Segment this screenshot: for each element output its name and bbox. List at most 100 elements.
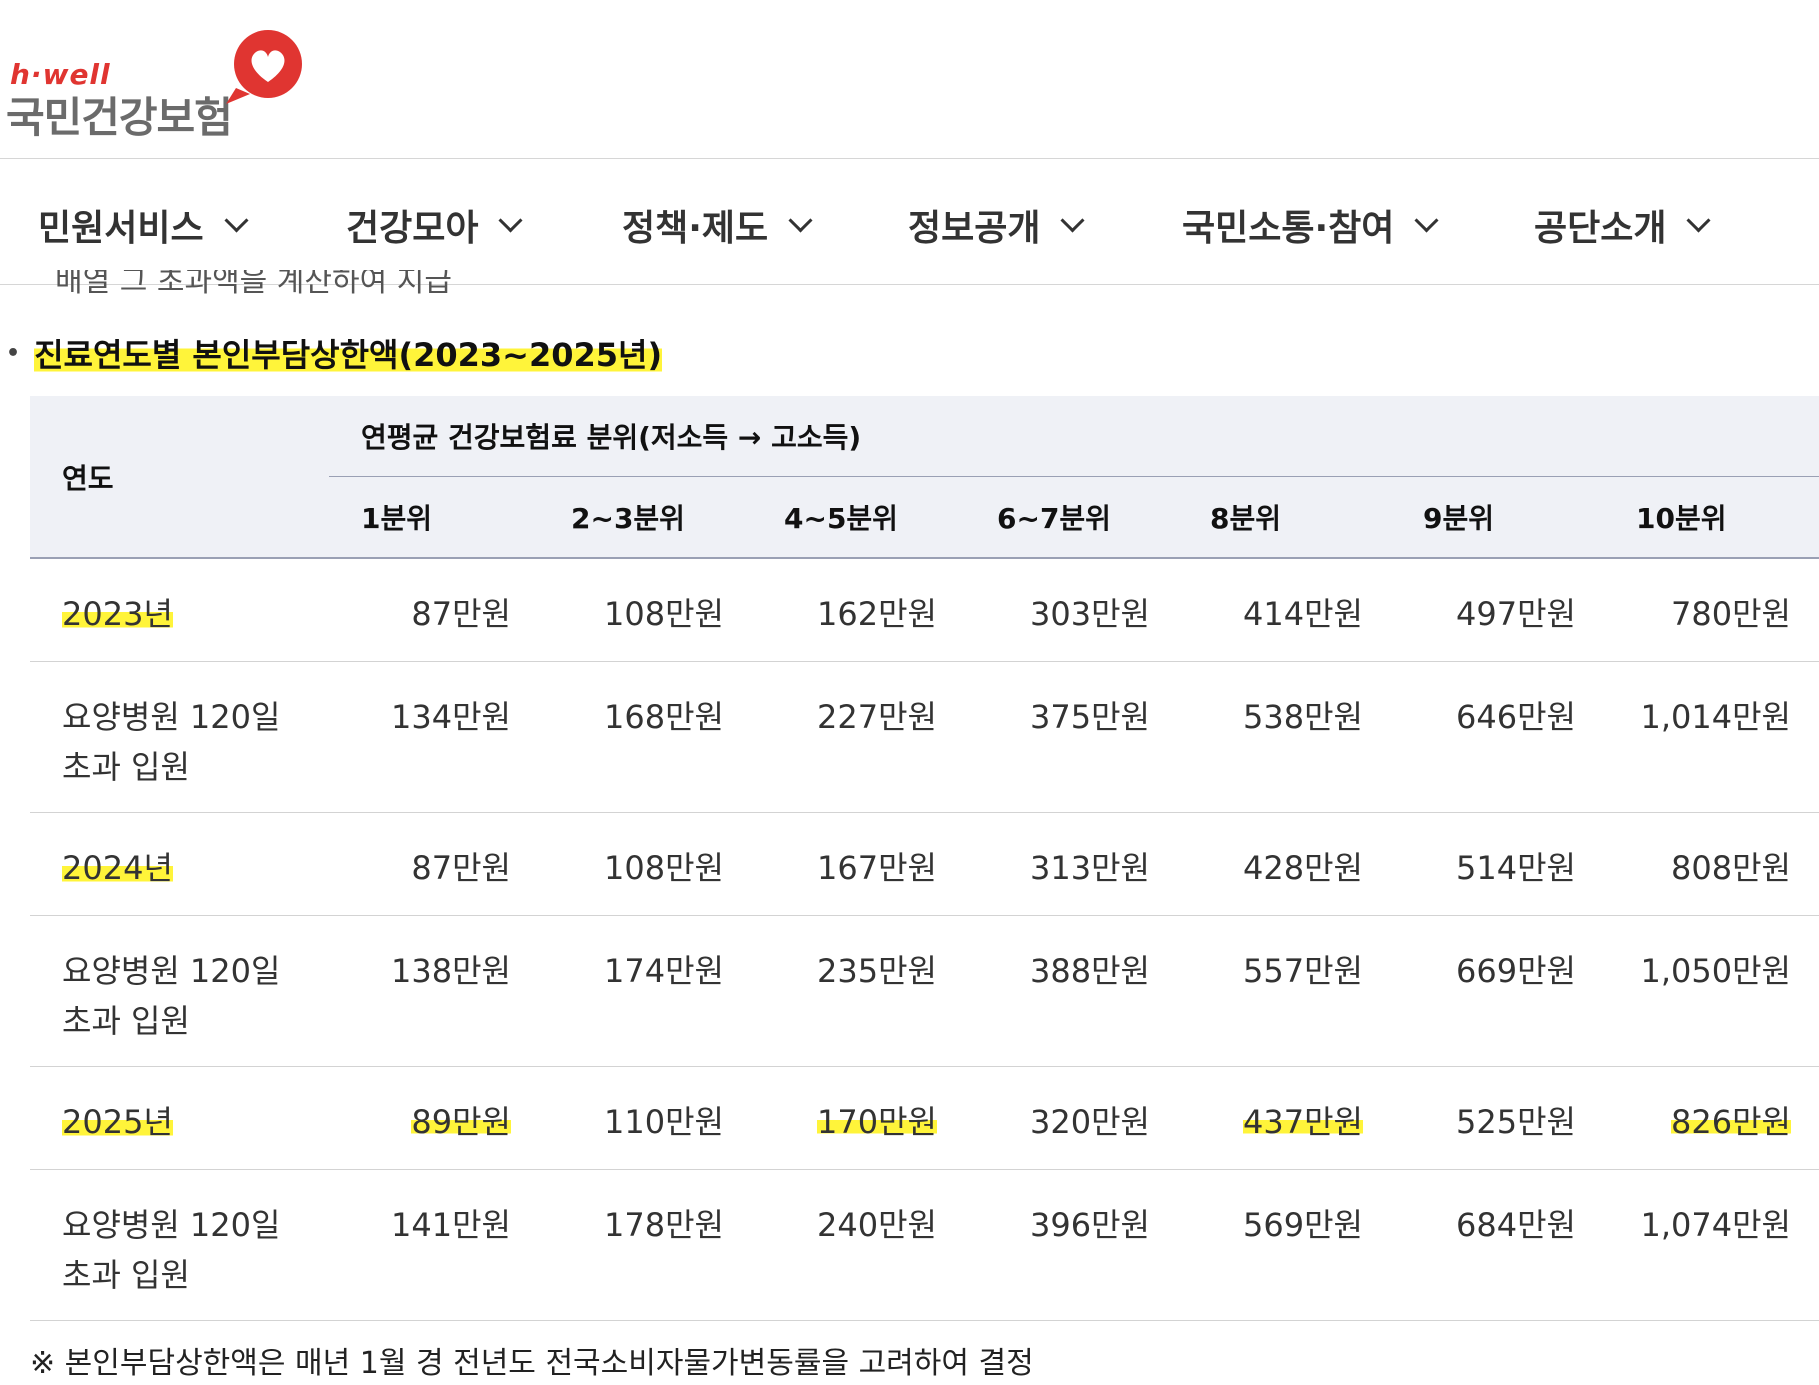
cell-value: 141만원 [329,1169,539,1321]
nav-label: 공단소개 [1534,208,1667,249]
cell-value: 669만원 [1391,915,1604,1067]
decile-header: 4~5분위 [752,476,965,558]
chevron-down-icon [1414,207,1439,233]
cell-value: 320만원 [965,1066,1178,1170]
chevron-down-icon [224,207,249,233]
decile-header: 9분위 [1391,476,1604,558]
cell-value: 514만원 [1391,812,1604,916]
cell-value: 396만원 [965,1169,1178,1321]
cell-value: 167만원 [752,812,965,916]
nav-item-policy[interactable]: 정책·제도 [622,199,813,251]
site-header: h·well 국민건강보험 [0,0,1819,159]
row-label: 요양병원 120일 초과 입원 [30,1169,329,1321]
nav-label: 국민소통·참여 [1182,208,1395,249]
cell-value: 168만원 [539,661,752,813]
cell-value: 428만원 [1178,812,1391,916]
row-label: 2025년 [30,1066,329,1170]
cell-value: 569만원 [1178,1169,1391,1321]
row-label: 요양병원 120일 초과 입원 [30,661,329,813]
highlighted-value: 89만원 [411,1103,511,1141]
section-title: • 진료연도별 본인부담상한액(2023~2025년) [0,330,663,376]
nav-item-civil-service[interactable]: 민원서비스 [38,199,249,251]
cell-value: 538만원 [1178,661,1391,813]
decile-header: 1분위 [329,476,539,558]
section-title-text: 진료연도별 본인부담상한액(2023~2025년) [34,330,663,376]
chevron-down-icon [1686,207,1712,233]
cell-value: 780만원 [1604,558,1819,662]
cell-value: 108만원 [539,812,752,916]
nav-label: 정보공개 [908,208,1041,249]
cell-value: 808만원 [1604,812,1819,916]
nav-item-about[interactable]: 공단소개 [1534,199,1712,251]
table-row: 요양병원 120일 초과 입원 138만원 174만원 235만원 388만원 … [30,915,1819,1067]
cell-value: 684만원 [1391,1169,1604,1321]
chevron-down-icon [788,207,813,233]
row-label: 요양병원 120일 초과 입원 [30,915,329,1067]
cell-value: 525만원 [1391,1066,1604,1170]
nav-label: 정책·제도 [622,208,769,249]
nav-item-info-disclosure[interactable]: 정보공개 [908,199,1086,251]
highlighted-value: 170만원 [817,1103,937,1141]
cell-value: 557만원 [1178,915,1391,1067]
cell-value: 138만원 [329,915,539,1067]
nav-label: 건강모아 [346,208,479,249]
table-row: 2024년 87만원 108만원 167만원 313만원 428만원 514만원… [30,812,1819,916]
decile-header: 8분위 [1178,476,1391,558]
nav-item-health-moa[interactable]: 건강모아 [346,199,524,251]
row-label-text: 요양병원 120일 초과 입원 [62,698,281,786]
cell-value: 375만원 [965,661,1178,813]
row-label: 2024년 [30,812,329,916]
table-row: 2025년 89만원 110만원 170만원 320만원 437만원 525만원… [30,1066,1819,1170]
cell-value: 240만원 [752,1169,965,1321]
bullet-icon: • [6,340,21,366]
cell-value: 178만원 [539,1169,752,1321]
cell-value: 646만원 [1391,661,1604,813]
clipped-body-text: 배열 그 초과액을 계산하여 지급 [55,270,452,299]
cell-value: 826만원 [1604,1066,1819,1170]
highlighted-value: 437만원 [1243,1103,1363,1141]
cell-value: 1,074만원 [1604,1169,1819,1321]
chevron-down-icon [498,207,524,233]
cell-value: 437만원 [1178,1066,1391,1170]
year-column-header: 연도 [30,396,329,558]
logo-main-text: 국민건강보험 [6,93,233,142]
chevron-down-icon [1060,207,1086,233]
cell-value: 313만원 [965,812,1178,916]
copay-cap-table: 연도 연평균 건강보험료 분위(저소득 → 고소득) 1분위 2~3분위 4~5… [30,396,1819,1321]
income-decile-group-header: 연평균 건강보험료 분위(저소득 → 고소득) [329,396,1819,477]
nav-label: 민원서비스 [38,208,204,249]
nav-item-communication[interactable]: 국민소통·참여 [1182,199,1439,251]
highlighted-value: 826만원 [1671,1103,1791,1141]
cell-value: 162만원 [752,558,965,662]
cell-value: 170만원 [752,1066,965,1170]
main-nav: 민원서비스 건강모아 정책·제도 정보공개 국민소통·참여 공단소개 [0,159,1819,285]
year-label: 2025년 [62,1103,173,1141]
table-row: 요양병원 120일 초과 입원 134만원 168만원 227만원 375만원 … [30,661,1819,813]
cell-value: 134만원 [329,661,539,813]
nhis-logo[interactable]: h·well 국민건강보험 [6,28,306,142]
cell-value: 497만원 [1391,558,1604,662]
year-label: 2023년 [62,595,173,633]
heart-icon [226,30,302,104]
cell-value: 414만원 [1178,558,1391,662]
cell-value: 174만원 [539,915,752,1067]
cell-value: 110만원 [539,1066,752,1170]
row-label-text: 요양병원 120일 초과 입원 [62,952,281,1040]
cell-value: 1,014만원 [1604,661,1819,813]
cell-value: 1,050만원 [1604,915,1819,1067]
cell-value: 87만원 [329,812,539,916]
cell-value: 303만원 [965,558,1178,662]
cell-value: 89만원 [329,1066,539,1170]
cell-value: 108만원 [539,558,752,662]
cell-value: 87만원 [329,558,539,662]
decile-header: 6~7분위 [965,476,1178,558]
row-label: 2023년 [30,558,329,662]
cell-value: 235만원 [752,915,965,1067]
copay-cap-table-wrapper: 연도 연평균 건강보험료 분위(저소득 → 고소득) 1분위 2~3분위 4~5… [30,396,1819,1321]
cell-value: 227만원 [752,661,965,813]
row-label-text: 요양병원 120일 초과 입원 [62,1206,281,1294]
decile-header: 10분위 [1604,476,1819,558]
cell-value: 388만원 [965,915,1178,1067]
decile-header: 2~3분위 [539,476,752,558]
table-row: 요양병원 120일 초과 입원 141만원 178만원 240만원 396만원 … [30,1169,1819,1321]
